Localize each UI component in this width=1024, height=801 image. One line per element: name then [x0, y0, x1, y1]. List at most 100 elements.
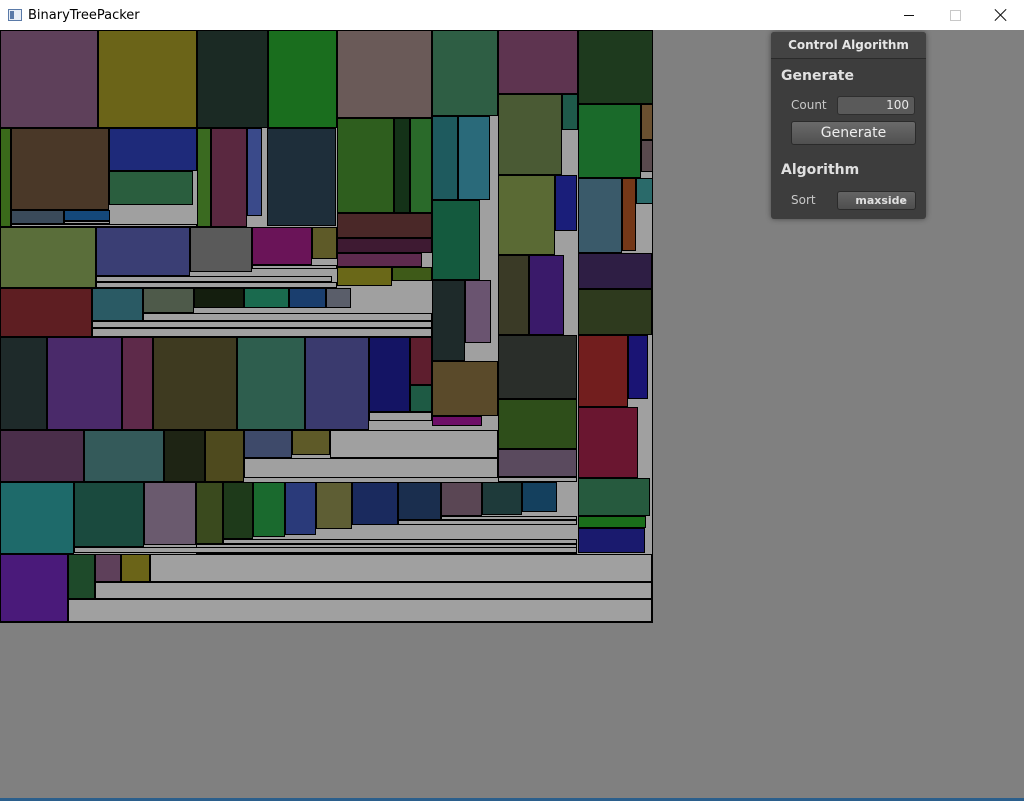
packed-rect	[196, 482, 223, 544]
packed-rect	[11, 128, 109, 210]
window-controls	[886, 0, 1024, 30]
packed-rect	[11, 210, 64, 224]
packed-sliver	[92, 328, 432, 337]
packed-rect	[622, 178, 636, 251]
sort-dropdown[interactable]: maxside ›	[837, 191, 916, 210]
packed-rect	[482, 482, 522, 515]
packed-rect	[253, 482, 285, 537]
packed-rect	[578, 178, 622, 253]
packed-rect	[432, 116, 458, 200]
packed-rect	[641, 104, 653, 140]
packed-rect	[109, 171, 193, 205]
packed-rect	[398, 482, 441, 520]
packed-rect	[312, 227, 337, 259]
packed-rect	[465, 280, 491, 343]
packed-rect	[337, 213, 432, 238]
packed-rect	[432, 361, 498, 416]
packed-rect	[164, 430, 205, 482]
packed-rect	[0, 554, 68, 622]
packed-rect	[121, 554, 150, 582]
packed-rect	[223, 482, 253, 539]
packed-rect	[352, 482, 398, 525]
maximize-button[interactable]	[932, 0, 978, 30]
packed-sliver	[150, 554, 652, 582]
packed-rect	[337, 267, 392, 286]
packed-rect	[641, 140, 653, 172]
packed-rect	[578, 478, 650, 516]
panel-title[interactable]: Control Algorithm	[771, 32, 926, 59]
packed-rect	[458, 116, 490, 200]
packed-rect	[205, 430, 244, 482]
packed-rect	[432, 30, 498, 116]
packed-sliver	[498, 477, 577, 482]
maximize-icon	[949, 9, 961, 21]
packed-rect	[498, 94, 562, 175]
packed-rect	[244, 430, 292, 458]
packed-sliver	[143, 313, 432, 321]
packed-rect	[0, 288, 92, 337]
packed-rect	[197, 30, 268, 128]
packed-rect	[244, 288, 289, 308]
packed-rect	[96, 227, 190, 276]
generate-button[interactable]: Generate	[791, 121, 916, 145]
generate-section-heading: Generate	[781, 68, 854, 84]
packed-rect	[326, 288, 351, 308]
packed-rect	[197, 128, 211, 227]
packed-rect	[578, 104, 641, 178]
chevron-right-icon: ›	[901, 195, 906, 206]
window-title: BinaryTreePacker	[28, 7, 140, 23]
packed-rect	[109, 128, 197, 171]
packed-rect	[0, 227, 96, 288]
close-icon	[995, 9, 1007, 21]
packed-rect	[555, 175, 577, 231]
packed-rect	[394, 118, 410, 213]
packed-rect	[337, 238, 432, 253]
packed-sliver	[96, 282, 337, 288]
packed-rect	[144, 482, 196, 545]
packed-rect	[498, 335, 577, 399]
packed-rect	[578, 289, 652, 335]
sort-value: maxside	[855, 194, 907, 207]
packed-rect	[578, 30, 653, 104]
packed-rect	[92, 288, 143, 321]
packed-sliver	[68, 599, 652, 622]
packed-rect	[498, 255, 529, 335]
packed-rect	[578, 407, 638, 478]
packed-rect	[578, 335, 628, 407]
packed-rect	[190, 227, 252, 272]
close-button[interactable]	[978, 0, 1024, 30]
packed-sliver	[398, 520, 577, 525]
packed-rect	[74, 482, 144, 547]
packed-rect	[289, 288, 326, 308]
packed-rect	[337, 30, 432, 118]
packed-rect	[211, 128, 247, 227]
render-viewport[interactable]: Control Algorithm Generate Count 100 Gen…	[0, 30, 1024, 798]
packed-rect	[498, 399, 577, 449]
packed-rect	[628, 335, 648, 399]
title-bar: BinaryTreePacker	[0, 0, 1024, 30]
packed-sliver	[369, 412, 432, 421]
packed-rect	[0, 337, 47, 430]
packed-rect	[247, 128, 262, 216]
packed-rect	[0, 430, 84, 482]
packed-rect	[143, 288, 194, 313]
packed-sliver	[74, 547, 577, 553]
control-algorithm-panel[interactable]: Control Algorithm Generate Count 100 Gen…	[771, 32, 926, 219]
packed-rect	[432, 200, 480, 280]
packed-rect	[578, 253, 652, 289]
packed-sliver	[11, 224, 197, 227]
minimize-icon	[904, 14, 914, 16]
packed-rect	[410, 337, 432, 385]
packed-rect	[578, 516, 646, 528]
app-window-icon	[8, 9, 22, 21]
minimize-button[interactable]	[886, 0, 932, 30]
count-input[interactable]: 100	[837, 96, 915, 115]
packed-rect	[194, 288, 244, 308]
packed-rect	[98, 30, 197, 128]
packed-rect	[95, 554, 121, 582]
packed-rect	[285, 482, 316, 535]
packed-rect	[0, 128, 11, 227]
packed-rect	[369, 337, 410, 412]
packed-rect	[64, 210, 110, 221]
packed-rect	[432, 280, 465, 361]
